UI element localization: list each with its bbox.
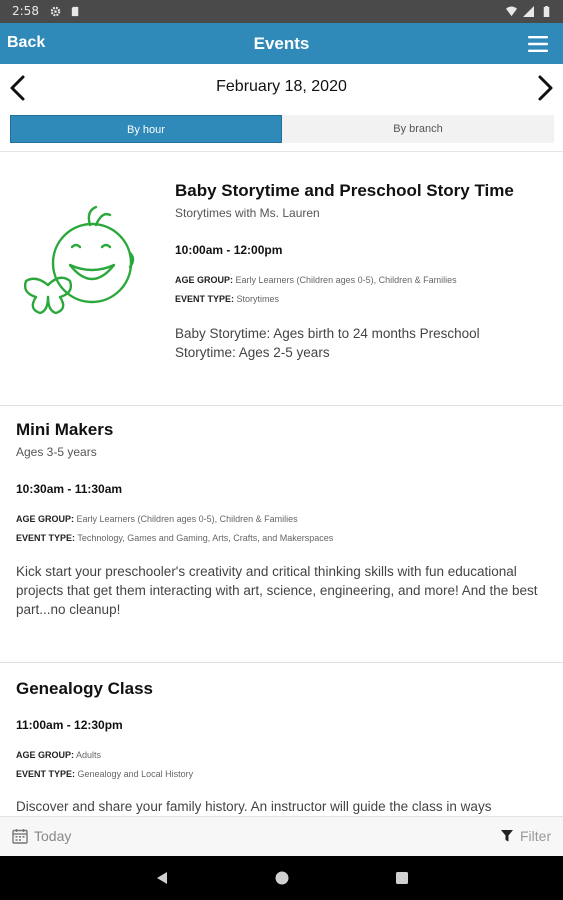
today-label: Today — [34, 828, 72, 844]
tab-by-hour[interactable]: By hour — [10, 115, 282, 143]
event-type-value: Storytimes — [236, 294, 280, 304]
date-navigator: February 18, 2020 — [0, 64, 563, 110]
event-title[interactable]: Mini Makers — [16, 420, 113, 440]
filter-label: Filter — [520, 828, 552, 844]
filter-funnel-icon — [501, 830, 513, 842]
event-card[interactable]: Genealogy Class 11:00am - 12:30pm AGE GR… — [0, 663, 563, 823]
status-time: 2:58 — [12, 4, 39, 18]
event-type: EVENT TYPE: Genealogy and Local History — [16, 769, 193, 779]
status-bar: 2:58 — [0, 0, 563, 23]
gear-icon — [50, 6, 61, 17]
filter-button[interactable]: Filter — [500, 827, 558, 847]
baby-face-butterfly-icon — [23, 205, 135, 315]
event-time: 10:30am - 11:30am — [16, 482, 123, 496]
wifi-icon — [506, 6, 517, 17]
signal-icon — [523, 6, 534, 17]
event-subtitle: Ages 3-5 years — [16, 445, 97, 459]
event-age-group: AGE GROUP: Early Learners (Children ages… — [16, 514, 298, 524]
bottom-toolbar: Today Filter — [0, 816, 563, 856]
nav-back-icon[interactable] — [154, 870, 170, 886]
event-type: EVENT TYPE: Storytimes — [175, 294, 279, 304]
current-date: February 18, 2020 — [216, 78, 347, 95]
chevron-left-icon[interactable] — [6, 74, 30, 102]
age-group-value: Adults — [76, 750, 102, 760]
back-button[interactable]: Back — [7, 34, 45, 52]
event-title[interactable]: Baby Storytime and Preschool Story Time — [175, 181, 514, 201]
event-description: Baby Storytime: Ages birth to 24 months … — [175, 326, 480, 360]
event-type-value: Genealogy and Local History — [77, 769, 194, 779]
event-card[interactable]: Mini Makers Ages 3-5 years 10:30am - 11:… — [0, 406, 563, 663]
event-subtitle: Storytimes with Ms. Lauren — [175, 206, 320, 220]
event-description: Kick start your preschooler's creativity… — [16, 564, 538, 617]
event-age-group: AGE GROUP: Adults — [16, 750, 101, 760]
view-toggle: By hour By branch — [0, 110, 563, 152]
app-bar: Back Events — [0, 23, 563, 64]
event-description: Discover and share your family history. … — [16, 799, 492, 814]
event-card[interactable]: Baby Storytime and Preschool Story Time … — [0, 153, 563, 406]
age-group-value: Early Learners (Children ages 0-5), Chil… — [235, 275, 457, 285]
event-type-value: Technology, Games and Gaming, Arts, Craf… — [77, 533, 334, 543]
event-type: EVENT TYPE: Technology, Games and Gaming… — [16, 533, 333, 543]
hamburger-menu-icon[interactable] — [526, 35, 550, 53]
page-title: Events — [253, 34, 310, 53]
event-type-label: EVENT TYPE: — [16, 533, 76, 543]
age-group-label: AGE GROUP: — [16, 750, 75, 760]
tab-by-branch[interactable]: By branch — [282, 115, 554, 143]
event-age-group: AGE GROUP: Early Learners (Children ages… — [175, 275, 457, 285]
event-type-label: EVENT TYPE: — [175, 294, 235, 304]
calendar-icon — [12, 829, 28, 844]
event-title[interactable]: Genealogy Class — [16, 679, 153, 699]
sd-card-icon — [71, 6, 79, 17]
system-nav-bar — [0, 856, 563, 900]
event-time: 10:00am - 12:00pm — [175, 243, 283, 257]
nav-recents-icon[interactable] — [394, 870, 410, 886]
nav-home-icon[interactable] — [274, 870, 290, 886]
age-group-label: AGE GROUP: — [175, 275, 234, 285]
age-group-value: Early Learners (Children ages 0-5), Chil… — [76, 514, 298, 524]
chevron-right-icon[interactable] — [533, 74, 557, 102]
event-time: 11:00am - 12:30pm — [16, 718, 123, 732]
battery-icon — [543, 6, 550, 17]
age-group-label: AGE GROUP: — [16, 514, 75, 524]
event-type-label: EVENT TYPE: — [16, 769, 76, 779]
